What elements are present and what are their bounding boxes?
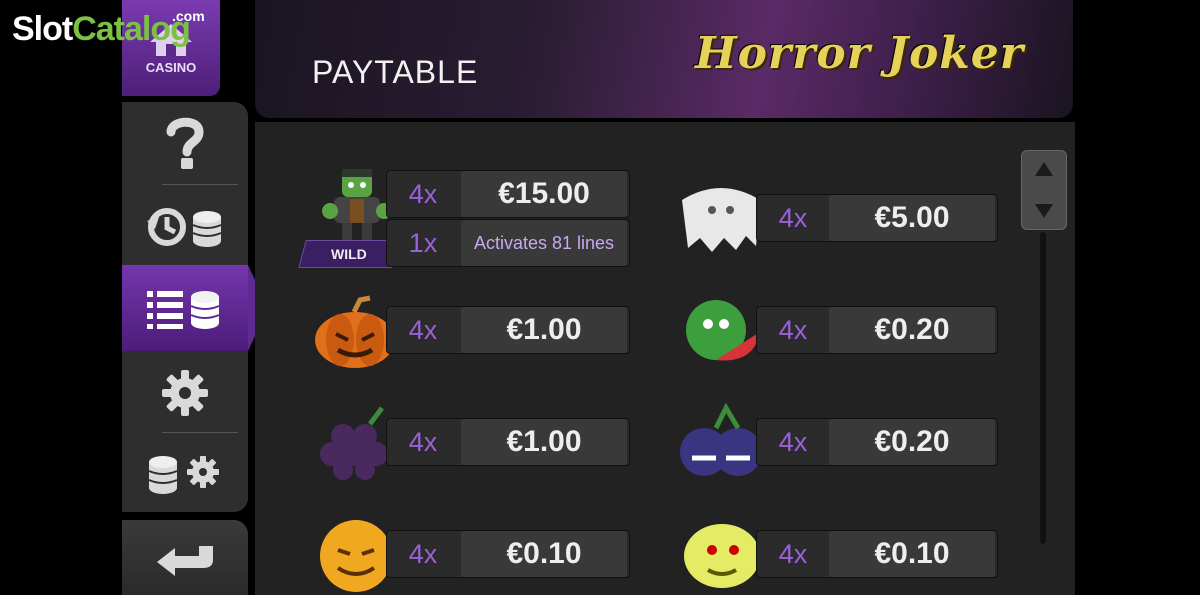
page-title: PAYTABLE: [312, 54, 479, 90]
lemon-payout-value: €0.10: [829, 531, 995, 577]
ghost-payout-row: 4x €5.00: [756, 194, 998, 242]
paytable-button[interactable]: [122, 265, 268, 351]
gear-icon: [162, 370, 208, 416]
watermelon-payout-row: 4x €0.20: [756, 306, 998, 354]
pumpkin-multiplier: 4x: [408, 314, 438, 345]
paytable-list-icon: [147, 291, 220, 329]
pumpkin-payout-value: €1.00: [461, 307, 627, 353]
ghost-symbol: [682, 188, 760, 252]
watermelon-multiplier: 4x: [778, 314, 808, 345]
wild-activate-multiplier: 1x: [408, 227, 438, 258]
watermelon-symbol: [686, 300, 760, 361]
game-logo: Horror Joker: [695, 28, 1024, 79]
back-button[interactable]: [122, 520, 248, 595]
scroll-down-icon[interactable]: [1034, 203, 1054, 219]
bet-settings-button[interactable]: [122, 434, 248, 512]
wild-activate-text: Activates 81 lines: [473, 232, 615, 253]
plums-payout-row: 4x €0.20: [756, 418, 998, 466]
plums-payout-value: €0.20: [829, 419, 995, 465]
lemon-multiplier: 4x: [778, 538, 808, 569]
scroll-up-icon[interactable]: [1034, 161, 1054, 177]
lemon-payout-row: 4x €0.10: [756, 530, 998, 578]
orange-payout-value: €0.10: [461, 531, 627, 577]
ghost-multiplier: 4x: [778, 202, 808, 233]
casino-label: CASINO: [145, 59, 197, 75]
slotcatalog-watermark: SlotCatalog .com: [12, 8, 205, 49]
pumpkin-payout-row: 4x €1.00: [386, 306, 630, 354]
history-button[interactable]: [122, 186, 248, 266]
wild-payout-row: 4x €15.00: [386, 170, 630, 218]
lemon-symbol: [684, 524, 760, 588]
settings-button[interactable]: [122, 354, 248, 432]
watermark-com: .com: [172, 8, 205, 24]
back-arrow-icon: [157, 545, 213, 576]
wild-activate-row: 1x Activates 81 lines: [386, 219, 630, 267]
help-button[interactable]: [122, 102, 248, 184]
question-icon: [166, 117, 204, 169]
header: PAYTABLE Horror Joker: [255, 0, 1073, 118]
wild-multiplier: 4x: [408, 178, 438, 209]
sidebar: CASINO: [122, 0, 268, 595]
grapes-payout-row: 4x €1.00: [386, 418, 630, 466]
plums-symbol: [680, 402, 762, 476]
grapes-payout-value: €1.00: [461, 419, 627, 465]
watermelon-payout-value: €0.20: [829, 307, 995, 353]
wild-tag: WILD: [298, 240, 400, 268]
history-coins-icon: [147, 208, 222, 247]
wild-payout-value: €15.00: [461, 171, 627, 217]
watermark-slot: Slot: [12, 10, 73, 48]
orange-payout-row: 4x €0.10: [386, 530, 630, 578]
plums-multiplier: 4x: [778, 426, 808, 457]
scrollbar-track[interactable]: [1040, 232, 1046, 544]
scroll-buttons: [1021, 150, 1067, 230]
ghost-payout-value: €5.00: [829, 195, 995, 241]
orange-multiplier: 4x: [408, 538, 438, 569]
coins-gear-icon: [148, 456, 219, 494]
grapes-multiplier: 4x: [408, 426, 438, 457]
